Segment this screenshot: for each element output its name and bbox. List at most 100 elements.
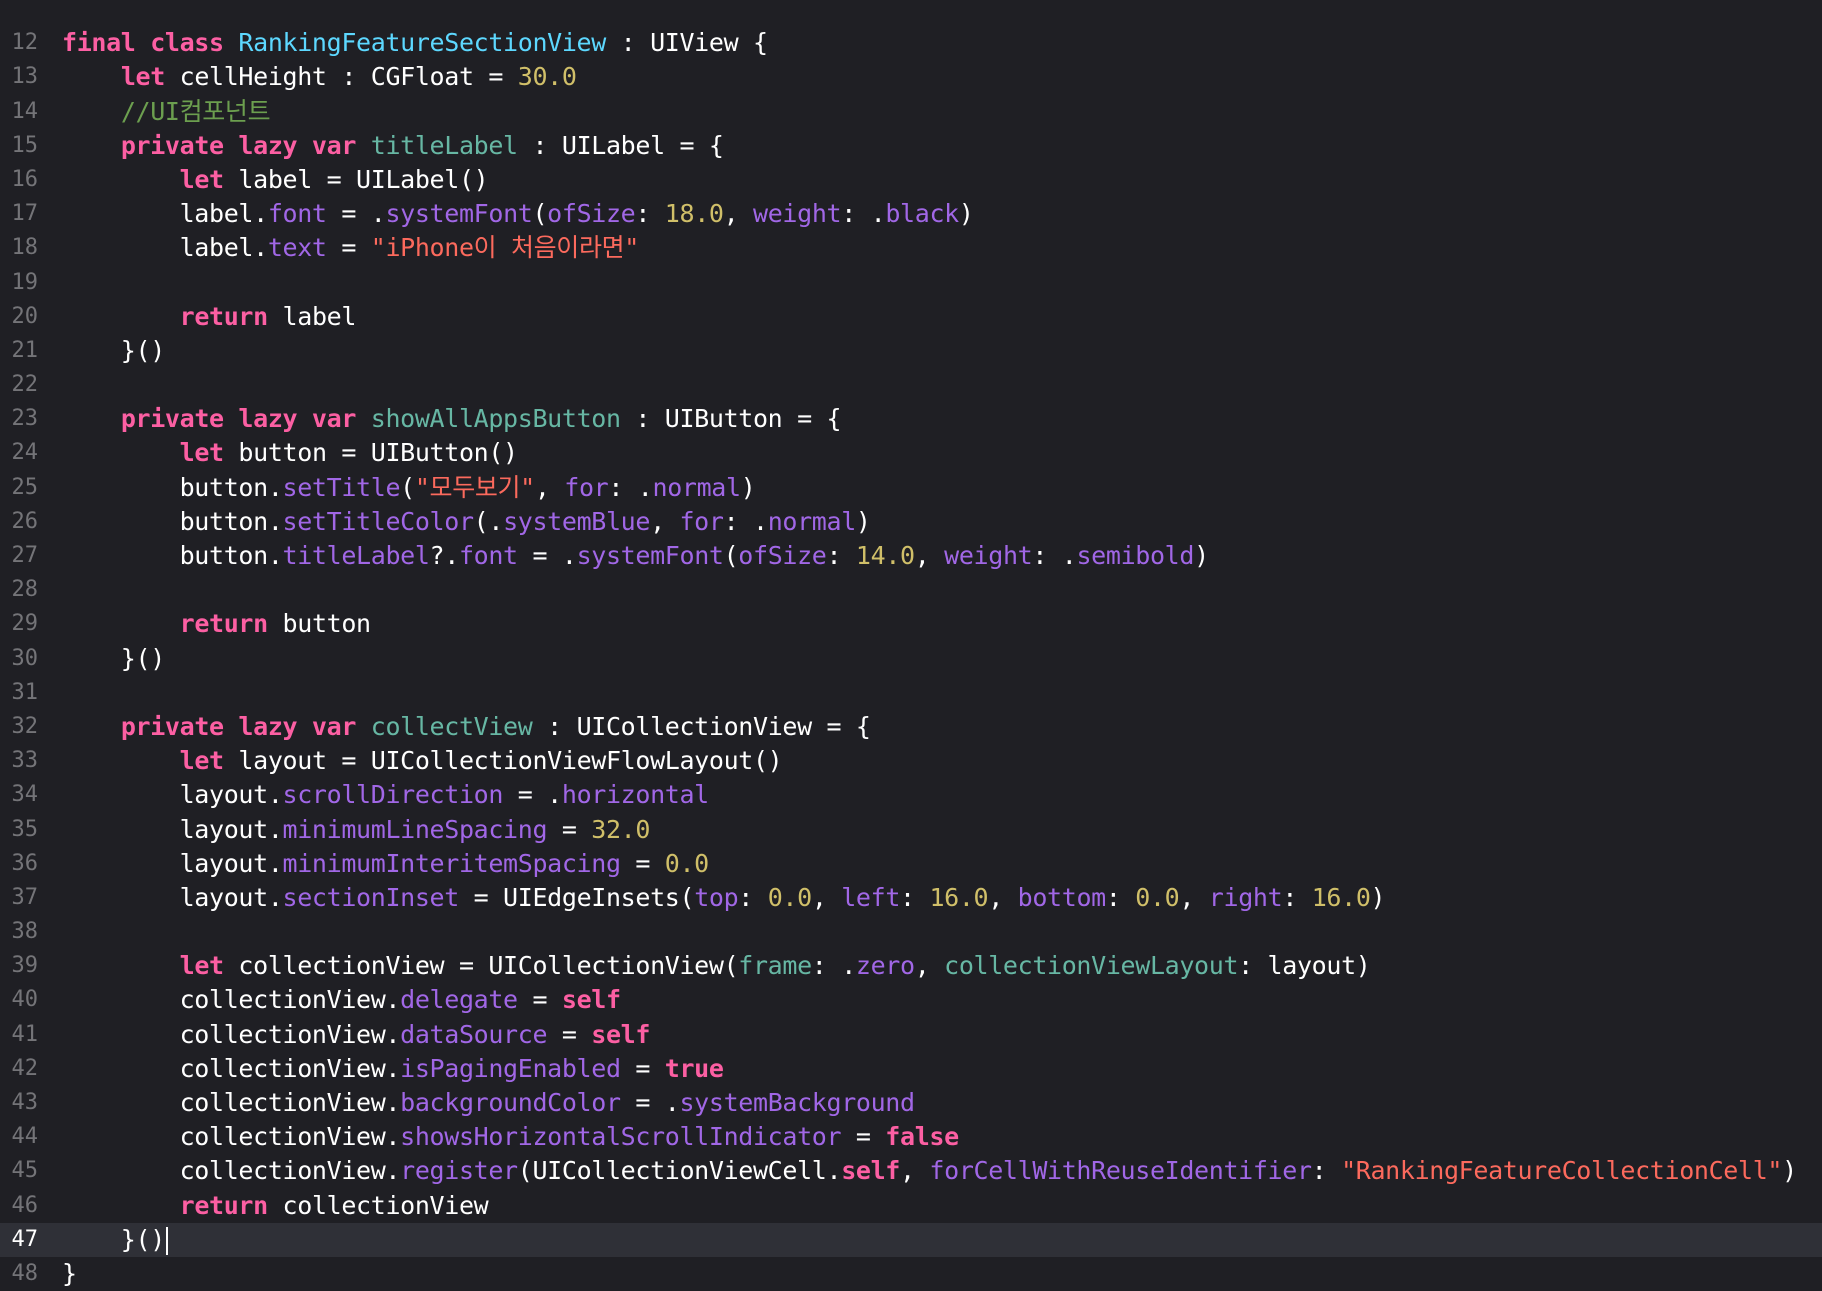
code-line[interactable]: 21 }() [0, 334, 1822, 368]
code-line[interactable]: 26 button.setTitleColor(.systemBlue, for… [0, 505, 1822, 539]
code-line[interactable]: 15 private lazy var titleLabel : UILabel… [0, 129, 1822, 163]
code-line[interactable]: 30 }() [0, 642, 1822, 676]
code-line[interactable]: 23 private lazy var showAllAppsButton : … [0, 402, 1822, 436]
code-token: label [267, 301, 357, 331]
code-token: layout. [62, 780, 283, 810]
code-token: let [179, 438, 224, 468]
code-line[interactable]: 27 button.titleLabel?.font = .systemFont… [0, 539, 1822, 573]
code-token: 32.0 [591, 814, 651, 844]
code-token: collectionView. [62, 1088, 401, 1117]
line-number: 26 [11, 508, 39, 534]
line-number: 42 [11, 1055, 39, 1081]
code-text: }() [62, 334, 165, 368]
code-token: true [664, 1053, 724, 1083]
code-text: let layout = UICollectionViewFlowLayout(… [62, 744, 783, 778]
code-line[interactable]: 31 [0, 676, 1822, 710]
code-line[interactable]: 36 layout.minimumInteritemSpacing = 0.0 [0, 847, 1822, 881]
code-token: = [547, 1019, 592, 1049]
code-line[interactable]: 47 }() [0, 1222, 1822, 1257]
code-line[interactable]: 42 collectionView.isPagingEnabled = true [0, 1052, 1822, 1086]
code-line[interactable]: 17 label.font = .systemFont(ofSize: 18.0… [0, 197, 1822, 231]
code-token: private lazy var [120, 130, 357, 160]
code-line[interactable]: 25 button.setTitle("모두보기", for: .normal) [0, 471, 1822, 505]
code-token: = [841, 1122, 886, 1152]
code-line[interactable]: 33 let layout = UICollectionViewFlowLayo… [0, 744, 1822, 778]
code-line[interactable]: 20 return label [0, 300, 1822, 334]
code-token: ) [1370, 882, 1386, 912]
code-line[interactable]: 13 let cellHeight : CGFloat = 30.0 [0, 60, 1822, 94]
code-text: button.setTitle("모두보기", for: .normal) [62, 471, 756, 505]
code-text: private lazy var showAllAppsButton : UIB… [62, 402, 842, 436]
line-number: 37 [11, 884, 39, 910]
code-editor[interactable]: 12 final class RankingFeatureSectionView … [0, 0, 1822, 1288]
code-token: , [723, 199, 754, 229]
code-line[interactable]: 40 collectionView.delegate = self [0, 983, 1822, 1017]
code-token: ?. [429, 541, 460, 570]
code-line[interactable]: 16 let label = UILabel() [0, 163, 1822, 197]
code-line[interactable]: 39 let collectionView = UICollectionView… [0, 949, 1822, 983]
code-line[interactable]: 29 return button [0, 607, 1822, 641]
code-token: collectionView. [62, 1156, 401, 1186]
code-line[interactable]: 34 layout.scrollDirection = .horizontal [0, 778, 1822, 812]
code-line[interactable]: 46 return collectionView [0, 1189, 1822, 1223]
code-line[interactable]: 28 [0, 573, 1822, 607]
code-token: : . [723, 506, 768, 536]
code-text: let button = UIButton() [62, 436, 518, 470]
code-token: ) [740, 472, 756, 502]
code-line[interactable]: 14 //UI컴포넌트 [0, 95, 1822, 129]
code-line[interactable]: 35 layout.minimumLineSpacing = 32.0 [0, 813, 1822, 847]
code-token: collectionView. [62, 1019, 401, 1049]
code-token: systemFont [576, 541, 724, 570]
code-text: return label [62, 300, 357, 334]
line-number: 21 [11, 337, 39, 363]
code-token: 16.0 [929, 882, 989, 912]
line-number: 38 [11, 919, 39, 945]
code-text: button.titleLabel?.font = .systemFont(of… [62, 539, 1210, 573]
code-token: (UICollectionViewCell. [517, 1156, 842, 1186]
code-text: layout.scrollDirection = .horizontal [62, 778, 710, 812]
code-token: : [1282, 882, 1312, 912]
code-text: return button [62, 607, 371, 641]
code-token: , [914, 951, 945, 981]
code-line[interactable]: 37 layout.sectionInset = UIEdgeInsets(to… [0, 881, 1822, 915]
code-text: } [62, 1257, 77, 1291]
line-number: 28 [11, 577, 39, 603]
code-token: font [267, 199, 327, 229]
line-number: 20 [11, 303, 39, 329]
code-line[interactable]: 12 final class RankingFeatureSectionView … [0, 26, 1822, 60]
code-token: titleLabel [282, 541, 430, 570]
code-line[interactable]: 19 [0, 266, 1822, 300]
code-line[interactable]: 22 [0, 368, 1822, 402]
code-line[interactable]: 45 collectionView.register(UICollectionV… [0, 1154, 1822, 1188]
code-token: : [826, 541, 856, 570]
code-line[interactable]: 38 [0, 915, 1822, 949]
code-line[interactable]: 43 collectionView.backgroundColor = .sys… [0, 1086, 1822, 1120]
code-line[interactable]: 18 label.text = "iPhone이 처음이라면" [0, 231, 1822, 265]
code-line[interactable]: 24 let button = UIButton() [0, 436, 1822, 470]
code-text: collectionView.register(UICollectionView… [62, 1154, 1798, 1188]
code-token: weight [753, 199, 842, 229]
code-line[interactable]: 48} [0, 1257, 1822, 1291]
code-token: for [564, 472, 609, 502]
code-token: : UILabel = { [517, 130, 724, 160]
code-token: final class [62, 28, 239, 58]
code-token: 0.0 [1135, 882, 1180, 912]
code-line[interactable]: 32 private lazy var collectView : UIColl… [0, 710, 1822, 744]
code-token: normal [652, 472, 742, 502]
code-text: collectionView.showsHorizontalScrollIndi… [62, 1120, 960, 1154]
code-token: = [326, 233, 371, 263]
code-token: = [620, 1053, 665, 1083]
line-number: 13 [11, 64, 39, 90]
code-token: , [811, 882, 842, 912]
code-text: }() [62, 642, 165, 676]
code-line[interactable]: 44 collectionView.showsHorizontalScrollI… [0, 1120, 1822, 1154]
code-token: delegate [400, 985, 518, 1015]
code-token: left [841, 882, 901, 912]
code-line[interactable] [0, 0, 1822, 26]
code-token: : [1105, 882, 1136, 912]
code-token: setTitleColor [282, 506, 474, 536]
code-line[interactable]: 41 collectionView.dataSource = self [0, 1018, 1822, 1052]
